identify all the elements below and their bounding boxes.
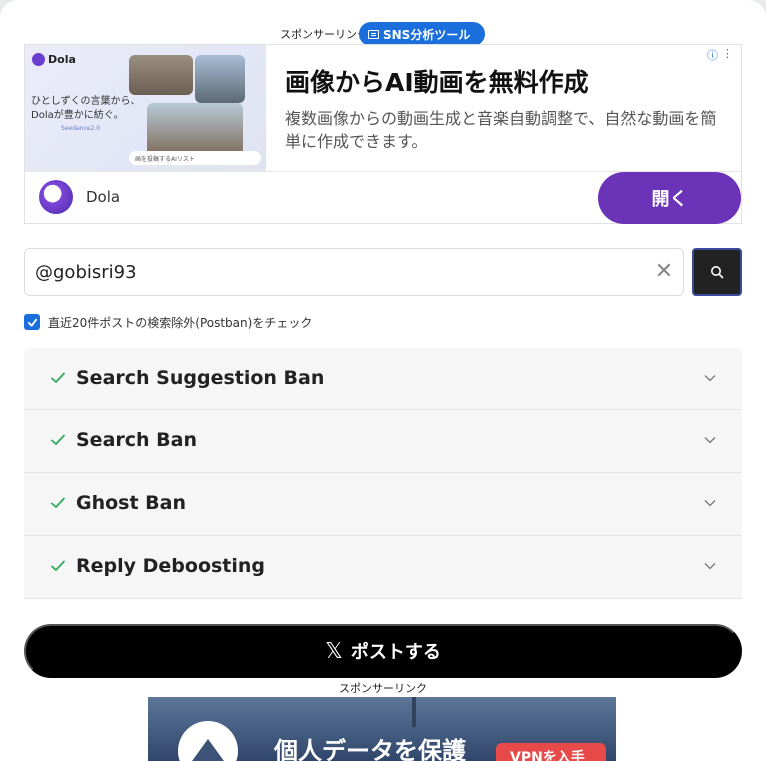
chevron-down-icon bbox=[704, 375, 716, 382]
ad-description: 複数画像からの動画生成と音楽自動調整で、自然な動画を簡単に作成できます。 bbox=[285, 109, 717, 151]
ad-title[interactable]: 画像からAI動画を無料作成 bbox=[285, 63, 589, 99]
checkmark-icon bbox=[27, 318, 37, 327]
search-input[interactable] bbox=[35, 249, 635, 295]
check-icon bbox=[51, 497, 65, 508]
sns-analysis-button[interactable]: SNS分析ツール bbox=[359, 22, 485, 46]
x-logo-icon: 𝕏 bbox=[325, 638, 343, 663]
kebab-icon[interactable]: ⋮ bbox=[722, 47, 733, 63]
ad-image-tagline: ひとしずくの言葉から、Dolaが豊かに紡ぐ。 bbox=[31, 96, 141, 121]
chevron-down-icon bbox=[704, 437, 716, 444]
sns-analysis-label: SNS分析ツール bbox=[383, 27, 471, 42]
dola-logo-icon bbox=[32, 53, 45, 66]
result-ghost-ban[interactable]: Ghost Ban bbox=[24, 473, 742, 536]
ad-info[interactable]: ⓘ ⋮ bbox=[707, 47, 733, 63]
vpn-ad-banner[interactable]: 個人データを保護 VPNを入手 bbox=[148, 697, 616, 761]
advertiser-logo-icon bbox=[39, 180, 73, 214]
sponsor-row: スポンサーリンク SNS分析ツール bbox=[0, 22, 766, 46]
result-search-ban[interactable]: Search Ban bbox=[24, 410, 742, 473]
ad-photo-hedgehog-1 bbox=[129, 55, 193, 95]
postban-label: 直近20件ポストの検索除外(Postban)をチェック bbox=[48, 315, 313, 330]
advertiser-name: Dola bbox=[86, 188, 121, 206]
result-label: Search Ban bbox=[76, 429, 197, 451]
page: スポンサーリンク SNS分析ツール Dola ひとしずくの言葉から、Dolaが豊… bbox=[0, 0, 766, 761]
sponsor-label: スポンサーリンク bbox=[280, 28, 368, 41]
ad-image-version: Seedance2.0 bbox=[61, 125, 101, 132]
close-icon[interactable]: ✕ bbox=[653, 261, 675, 283]
vpn-ad-cta[interactable]: VPNを入手 bbox=[496, 743, 606, 761]
ad-image-brand: Dola bbox=[32, 53, 76, 66]
result-label: Ghost Ban bbox=[76, 492, 187, 514]
chevron-down-icon bbox=[704, 563, 716, 570]
ad-photo-hedgehog-3 bbox=[147, 103, 243, 157]
ad-footer: Dola 開く bbox=[25, 171, 741, 224]
result-label: Search Suggestion Ban bbox=[76, 367, 325, 389]
ad-image[interactable]: Dola ひとしずくの言葉から、Dolaが豊かに紡ぐ。 Seedance2.0 … bbox=[25, 45, 266, 171]
result-accordion: Search Suggestion Ban Search Ban Ghost B… bbox=[24, 348, 742, 599]
chevron-down-icon bbox=[704, 500, 716, 507]
postban-option[interactable]: 直近20件ポストの検索除外(Postban)をチェック bbox=[24, 312, 312, 332]
result-label: Reply Deboosting bbox=[76, 555, 266, 577]
tower-decoration bbox=[412, 697, 416, 727]
ad-photo-hedgehog-2 bbox=[195, 55, 245, 103]
ad-banner[interactable]: Dola ひとしずくの言葉から、Dolaが豊かに紡ぐ。 Seedance2.0 … bbox=[24, 44, 742, 224]
post-button[interactable]: 𝕏 ポストする bbox=[24, 624, 742, 678]
result-search-suggestion-ban[interactable]: Search Suggestion Ban bbox=[24, 348, 742, 410]
check-icon bbox=[51, 372, 65, 383]
list-icon bbox=[368, 29, 379, 39]
mountain-logo-icon bbox=[178, 721, 238, 761]
ad-image-prompt-bar: 画を投稿するAIリスト bbox=[129, 151, 261, 165]
ad-image-brand-text: Dola bbox=[48, 53, 76, 66]
search-icon bbox=[711, 266, 724, 279]
post-button-label: ポストする bbox=[350, 642, 441, 662]
result-reply-deboosting[interactable]: Reply Deboosting bbox=[24, 536, 742, 599]
search-button[interactable] bbox=[692, 248, 742, 296]
ad-open-button[interactable]: 開く bbox=[598, 172, 741, 224]
check-icon bbox=[51, 434, 65, 445]
sponsor-label-bottom: スポンサーリンク bbox=[339, 682, 427, 695]
postban-checkbox[interactable] bbox=[24, 314, 40, 330]
info-icon[interactable]: ⓘ bbox=[707, 47, 718, 63]
vpn-ad-headline: 個人データを保護 bbox=[274, 737, 466, 761]
search-field[interactable]: ✕ bbox=[24, 248, 684, 296]
check-icon bbox=[51, 560, 65, 571]
